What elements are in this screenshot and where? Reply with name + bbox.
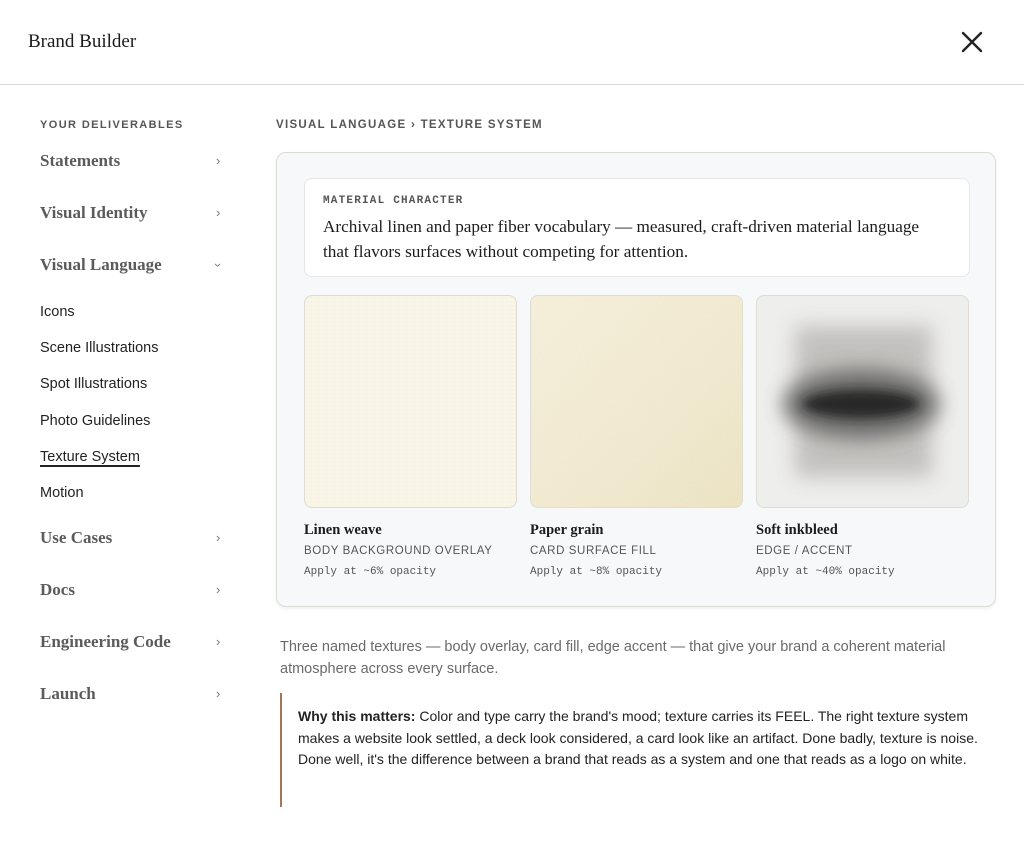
nav-section-label: Visual Language xyxy=(40,255,162,274)
texture-role: EDGE / ACCENT xyxy=(756,545,853,557)
nav-section-label: Docs xyxy=(40,580,75,600)
close-button[interactable] xyxy=(956,26,988,58)
nav-section-label: Visual Identity xyxy=(40,203,148,222)
chevron-right-icon: › xyxy=(216,634,221,650)
nav-section-label: Statements xyxy=(40,151,121,170)
subnav-item-spot-illustrations[interactable]: Spot Illustrations xyxy=(40,374,232,410)
subnav-item-motion[interactable]: Motion xyxy=(40,483,232,519)
texture-opacity: Apply at ~6% opacity xyxy=(304,566,437,578)
subnav-item-icons[interactable]: Icons xyxy=(40,302,232,338)
nav-section-docs[interactable]: Docs › xyxy=(40,579,232,631)
chevron-right-icon: › xyxy=(216,530,221,546)
nav-section-visual-language[interactable]: Visual Language › xyxy=(40,254,232,306)
chevron-right-icon: › xyxy=(216,153,221,168)
soft-inkbleed-swatch xyxy=(756,295,969,508)
close-icon xyxy=(961,31,983,53)
texture-name: Paper grain xyxy=(530,522,604,538)
texture-system-description: Three named textures — body overlay, car… xyxy=(280,639,946,677)
nav-section-use-cases[interactable]: Use Cases › xyxy=(40,527,232,579)
chevron-right-icon: › xyxy=(216,205,221,220)
deliverables-sidebar: YOUR DELIVERABLES Statements › Visual Id… xyxy=(40,118,232,735)
texture-panel: MATERIAL CHARACTER Archival linen and pa… xyxy=(276,152,996,607)
breadcrumb: VISUAL LANGUAGE › TEXTURE SYSTEM xyxy=(276,119,543,131)
texture-name: Linen weave xyxy=(304,522,382,538)
material-character-card: MATERIAL CHARACTER Archival linen and pa… xyxy=(304,178,970,277)
why-label: Why this matters: xyxy=(298,708,416,724)
nav-section-statements[interactable]: Statements › xyxy=(40,150,232,202)
subnav-item-photo-guidelines[interactable]: Photo Guidelines xyxy=(40,411,232,447)
texture-card-paper-grain: Paper grain CARD SURFACE FILL Apply at ~… xyxy=(530,295,743,579)
sidebar-heading: YOUR DELIVERABLES xyxy=(40,119,184,131)
texture-role: BODY BACKGROUND OVERLAY xyxy=(304,545,493,557)
top-bar: Brand Builder xyxy=(0,0,1024,85)
app-title: Brand Builder xyxy=(28,31,137,52)
texture-name: Soft inkbleed xyxy=(756,522,838,538)
chevron-right-icon: › xyxy=(216,582,221,598)
nav-section-label: Engineering Code xyxy=(40,632,171,652)
material-character-text: Archival linen and paper fiber vocabular… xyxy=(323,217,920,261)
nav-section-label: Use Cases xyxy=(40,528,113,548)
texture-opacity: Apply at ~8% opacity xyxy=(530,566,663,578)
nav-section-label: Launch xyxy=(40,684,96,704)
nav-section-engineering-code[interactable]: Engineering Code › xyxy=(40,631,232,683)
subnav-item-texture-system[interactable]: Texture System xyxy=(40,447,232,483)
visual-language-subnav: Icons Scene Illustrations Spot Illustrat… xyxy=(40,302,232,519)
texture-card-soft-inkbleed: Soft inkbleed EDGE / ACCENT Apply at ~40… xyxy=(756,295,969,579)
chevron-down-icon: › xyxy=(211,262,227,268)
texture-opacity: Apply at ~40% opacity xyxy=(756,566,895,578)
main-content: VISUAL LANGUAGE › TEXTURE SYSTEM MATERIA… xyxy=(276,118,996,807)
subnav-item-scene-illustrations[interactable]: Scene Illustrations xyxy=(40,338,232,374)
why-this-matters-callout: Why this matters: Color and type carry t… xyxy=(280,693,980,807)
linen-weave-swatch xyxy=(304,295,517,508)
material-character-label: MATERIAL CHARACTER xyxy=(323,195,464,207)
paper-grain-swatch xyxy=(530,295,743,508)
chevron-right-icon: › xyxy=(216,686,221,702)
texture-role: CARD SURFACE FILL xyxy=(530,545,657,557)
nav-section-visual-identity[interactable]: Visual Identity › xyxy=(40,202,232,254)
nav-section-launch[interactable]: Launch › xyxy=(40,683,232,735)
texture-card-linen-weave: Linen weave BODY BACKGROUND OVERLAY Appl… xyxy=(304,295,517,579)
